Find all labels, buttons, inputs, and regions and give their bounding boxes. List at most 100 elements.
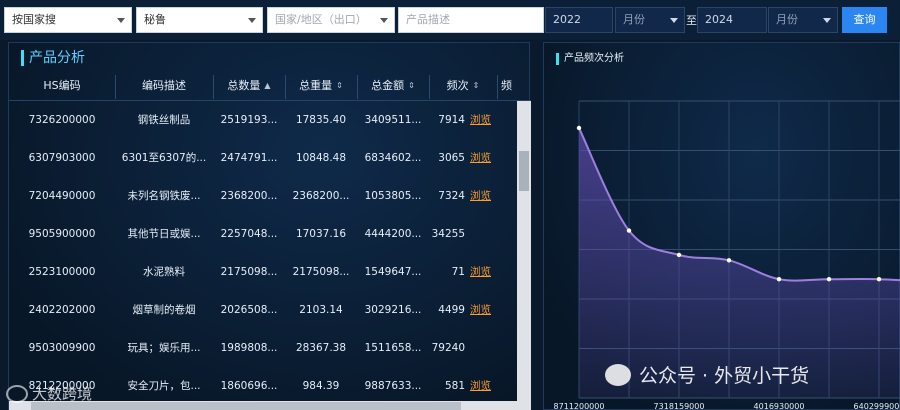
column-header-freq2[interactable]: 频: [501, 71, 531, 101]
cell-hs-code: 7204490000: [28, 190, 96, 202]
x-tick-label: 4016930000: [754, 402, 805, 410]
sort-icon[interactable]: ⇕: [336, 71, 343, 101]
watermark-right: 公众号 · 外贸小干货: [605, 361, 809, 388]
product-analysis-panel: 产品分析 HS编码 编码描述 总数量 ▲ 总重量 ⇕ 总金额 ⇕ 频次 ⇕ 频 7326…: [8, 42, 531, 410]
cell-description: 其他节日或娱...: [127, 228, 201, 240]
column-label: 总金额: [371, 79, 405, 92]
country-select[interactable]: 秘鲁: [136, 7, 263, 33]
cell-weight: 2368200...: [292, 190, 350, 202]
year-from-value: 2022: [553, 13, 581, 26]
wechat-icon: [605, 364, 631, 386]
filter-bar: 按国家搜 秘鲁 国家/地区（出口） 产品描述 2022 月份 至 2024 月份…: [0, 0, 900, 40]
sort-icon[interactable]: ⇕: [408, 71, 415, 101]
year-to-value: 2024: [705, 13, 733, 26]
cell-quantity: 1989808...: [220, 342, 278, 354]
column-label: 编码描述: [142, 79, 186, 92]
chevron-down-icon: [117, 18, 125, 23]
sort-asc-icon[interactable]: ▲: [264, 71, 270, 101]
cell-amount: 1053805...: [364, 190, 422, 202]
data-point: [826, 277, 832, 282]
browse-link[interactable]: 浏览: [470, 367, 500, 405]
browse-link[interactable]: 浏览: [470, 177, 500, 215]
column-label: 总数量: [227, 79, 261, 92]
year-to-input[interactable]: 2024: [697, 7, 767, 33]
cell-weight: 17835.40: [295, 114, 347, 126]
column-header-freq[interactable]: 频次 ⇕: [429, 71, 497, 101]
table-row[interactable]: 7204490000 未列名钢铁废... 2368200... 2368200... 1…: [9, 177, 519, 215]
region-select[interactable]: 国家/地区（出口）: [267, 7, 395, 33]
year-from-input[interactable]: 2022: [545, 7, 613, 33]
cell-quantity: 2368200...: [220, 190, 278, 202]
cell-weight: 17037.16: [295, 228, 347, 240]
cell-amount: 1549647...: [364, 266, 422, 278]
data-point: [726, 258, 732, 263]
browse-link[interactable]: 浏览: [470, 291, 500, 329]
cell-amount: 4444200...: [364, 228, 422, 240]
data-point: [876, 277, 882, 282]
sort-icon[interactable]: ⇕: [473, 71, 480, 101]
cell-frequency: 7914: [438, 114, 465, 126]
cell-quantity: 1860696...: [220, 380, 278, 392]
month-to-select[interactable]: 月份: [768, 7, 838, 33]
column-header-desc[interactable]: 编码描述: [115, 71, 213, 101]
column-label: 频次: [446, 79, 469, 92]
table-row[interactable]: 2523100000 水泥熟料 2175098... 2175098... 154964…: [9, 253, 519, 291]
table-row[interactable]: 9505900000 其他节日或娱... 2257048... 17037.16 444…: [9, 215, 519, 253]
vertical-scrollbar[interactable]: [517, 101, 531, 401]
browse-link[interactable]: 浏览: [470, 139, 500, 177]
browse-link[interactable]: 浏览: [470, 101, 500, 139]
panel-title: 产品分析: [21, 50, 85, 66]
product-desc-input[interactable]: 产品描述: [398, 7, 544, 33]
cell-frequency: 34255: [431, 228, 465, 240]
cell-amount: 9887633...: [364, 380, 422, 392]
column-header-qty[interactable]: 总数量 ▲: [213, 71, 285, 101]
chevron-down-icon: [823, 18, 831, 23]
cell-quantity: 2175098...: [220, 266, 278, 278]
data-point: [576, 125, 582, 131]
country-value: 秘鲁: [144, 13, 166, 26]
cell-frequency: 71: [451, 266, 465, 278]
cell-frequency: 3065: [438, 152, 465, 164]
column-header-hs[interactable]: HS编码: [9, 71, 115, 101]
cell-weight: 28367.38: [295, 342, 347, 354]
chevron-down-icon: [380, 18, 388, 23]
column-divider: [497, 75, 498, 99]
month-from-select[interactable]: 月份: [615, 7, 685, 33]
month-to-placeholder: 月份: [776, 13, 798, 26]
frequency-chart: 8711200000 7318159000 4016930000 6402999000: [554, 100, 900, 410]
range-to-label: 至: [686, 14, 697, 27]
cell-description: 水泥熟料: [143, 266, 185, 278]
watermark-left: 大数跨境: [6, 383, 92, 404]
cell-quantity: 2026508...: [220, 304, 278, 316]
data-point: [676, 252, 682, 258]
cell-weight: 2175098...: [292, 266, 350, 278]
search-mode-value: 按国家搜: [12, 13, 56, 26]
column-header-amount[interactable]: 总金额 ⇕: [357, 71, 429, 101]
cell-hs-code: 2523100000: [28, 266, 96, 278]
query-button[interactable]: 查询: [842, 7, 887, 33]
cell-hs-code: 6307903000: [28, 152, 96, 164]
watermark-left-text: 大数跨境: [32, 385, 93, 403]
cell-hs-code: 9503009900: [28, 342, 96, 354]
column-header-weight[interactable]: 总重量 ⇕: [285, 71, 357, 101]
cell-frequency: 7324: [438, 190, 465, 202]
frequency-analysis-panel: 产品频次分析 8711200000 7318159000 4016930000 640…: [543, 42, 900, 410]
table-row[interactable]: 7326200000 钢铁丝制品 2519193... 17835.40 3409511…: [9, 101, 519, 139]
scrollbar-thumb[interactable]: [31, 402, 461, 410]
column-label: HS编码: [43, 79, 81, 92]
table-row[interactable]: 9503009900 玩具；娱乐用... 1989808... 28367.38 151…: [9, 329, 519, 367]
scrollbar-thumb[interactable]: [519, 151, 529, 191]
browse-link[interactable]: 浏览: [470, 253, 500, 291]
table-row[interactable]: 2402202000 烟草制的卷烟 2026508... 2103.14 3029216…: [9, 291, 519, 329]
column-label: 频: [501, 79, 512, 92]
search-mode-select[interactable]: 按国家搜: [4, 7, 132, 33]
cell-weight: 2103.14: [299, 304, 343, 316]
cell-description: 烟草制的卷烟: [132, 304, 196, 316]
brand-logo-icon: [6, 385, 28, 403]
cell-description: 6301至6307的...: [121, 152, 207, 164]
cell-quantity: 2257048...: [220, 228, 278, 240]
cell-amount: 1511658...: [364, 342, 422, 354]
x-tick-label: 8711200000: [554, 402, 605, 410]
table-row[interactable]: 6307903000 6301至6307的... 2474791... 10848.4…: [9, 139, 519, 177]
cell-frequency: 581: [444, 380, 465, 392]
